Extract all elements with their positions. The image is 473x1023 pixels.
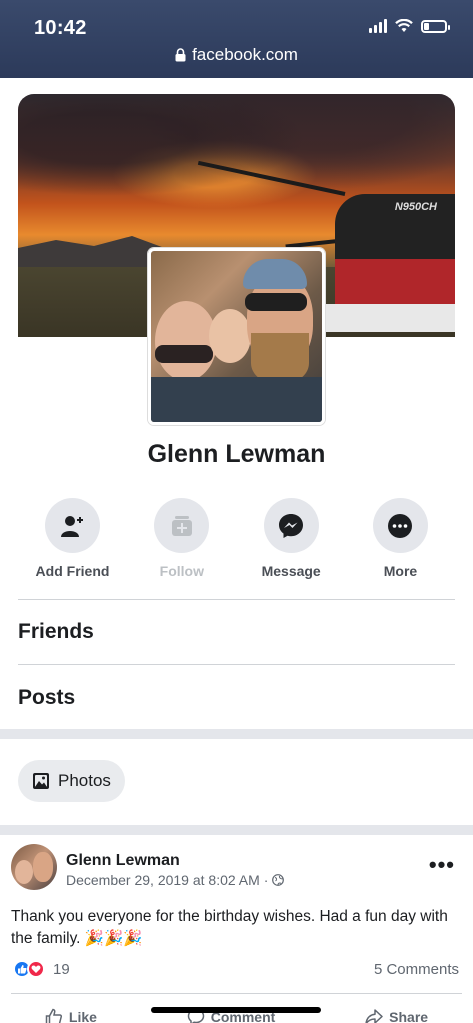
home-indicator (151, 1007, 321, 1013)
helicopter-image: N950CH (315, 174, 455, 334)
share-button[interactable]: Share (365, 1008, 428, 1023)
follow-icon (171, 515, 192, 536)
add-friend-icon (60, 515, 83, 537)
posts-section-title: Posts (18, 686, 76, 709)
add-friend-label: Add Friend (35, 563, 110, 579)
globe-icon (272, 874, 285, 886)
clock: 10:42 (34, 17, 87, 39)
helicopter-registration: N950CH (394, 201, 437, 213)
share-icon (365, 1009, 383, 1023)
friends-section-link[interactable]: Friends (18, 620, 94, 644)
battery-icon (421, 19, 450, 33)
like-button[interactable]: Like (45, 1008, 97, 1023)
post-divider (11, 993, 462, 994)
post-author-name[interactable]: Glenn Lewman (66, 852, 180, 870)
comments-count-link[interactable]: 5 Comments (374, 961, 459, 978)
wifi-icon (395, 19, 413, 32)
more-button[interactable]: More (346, 498, 455, 579)
post-options-icon[interactable]: ••• (429, 852, 455, 878)
lock-icon (175, 48, 186, 62)
url-text: facebook.com (192, 45, 298, 64)
message-button[interactable]: Message (237, 498, 346, 579)
post-meta: December 29, 2019 at 8:02 AM · (66, 872, 285, 888)
divider (18, 664, 455, 665)
more-label: More (383, 563, 418, 579)
reaction-count: 19 (53, 960, 70, 978)
photos-label: Photos (58, 771, 111, 790)
reactions-summary[interactable]: 19 (13, 960, 70, 978)
browser-status-bar: 10:42 facebook.com (0, 0, 473, 78)
photos-button[interactable]: Photos (18, 760, 125, 802)
follow-button[interactable]: Follow (127, 498, 236, 579)
photos-icon (33, 773, 49, 789)
signal-icon (369, 19, 387, 33)
section-separator (0, 729, 473, 739)
post-text: Thank you everyone for the birthday wish… (11, 908, 448, 947)
love-reaction-icon (27, 960, 45, 978)
more-icon (388, 513, 413, 538)
add-friend-button[interactable]: Add Friend (18, 498, 127, 579)
post-date[interactable]: December 29, 2019 at 8:02 AM (66, 872, 260, 888)
messenger-icon (279, 513, 304, 538)
message-label: Message (261, 563, 321, 579)
status-icons (369, 19, 450, 33)
post-author-avatar[interactable] (11, 844, 57, 890)
share-label: Share (389, 1009, 429, 1023)
like-label: Like (68, 1009, 97, 1023)
section-separator (0, 825, 473, 835)
profile-name: Glenn Lewman (147, 440, 326, 468)
follow-label: Follow (159, 563, 204, 579)
profile-picture[interactable] (148, 248, 325, 425)
thumbs-up-icon (45, 1008, 62, 1023)
meta-separator: · (263, 872, 269, 888)
profile-actions: Add Friend Follow Message More (18, 498, 455, 579)
address-bar[interactable]: facebook.com (0, 45, 473, 65)
divider (18, 599, 455, 600)
